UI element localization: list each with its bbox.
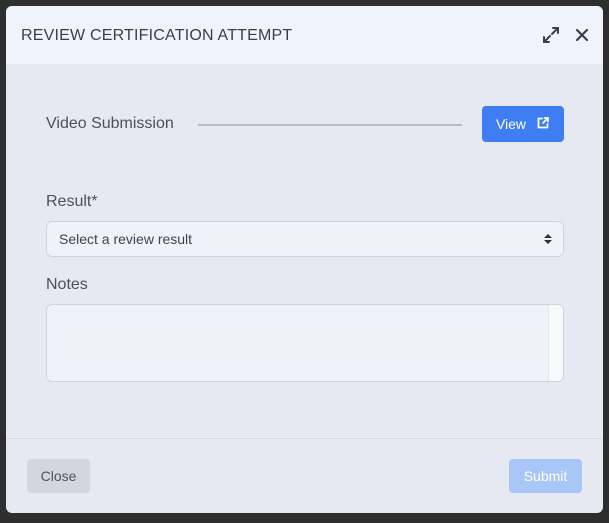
result-label: Result* <box>46 193 98 210</box>
notes-label: Notes <box>46 276 88 293</box>
expand-icon[interactable] <box>540 24 562 46</box>
modal-title: REVIEW CERTIFICATION ATTEMPT <box>21 27 293 44</box>
modal-header: REVIEW CERTIFICATION ATTEMPT <box>6 6 603 64</box>
close-icon[interactable] <box>571 24 593 46</box>
select-value: Select a review result <box>59 231 193 247</box>
footer-divider <box>6 438 603 439</box>
video-submission-row: Video Submission View <box>46 106 564 142</box>
review-result-select[interactable]: Select a review result <box>46 221 564 257</box>
view-button-label: View <box>495 116 527 132</box>
select-arrows-icon <box>543 232 553 246</box>
video-submission-label: Video Submission <box>46 115 174 132</box>
submit-button[interactable]: Submit <box>509 459 582 493</box>
view-button[interactable]: View <box>482 106 564 142</box>
divider-line <box>198 124 462 126</box>
external-link-icon <box>536 116 550 133</box>
notes-textarea[interactable] <box>46 304 564 382</box>
textarea-scrollbar[interactable] <box>548 305 563 381</box>
close-button[interactable]: Close <box>27 459 90 493</box>
review-certification-modal: REVIEW CERTIFICATION ATTEMPT Video Submi… <box>6 6 603 513</box>
